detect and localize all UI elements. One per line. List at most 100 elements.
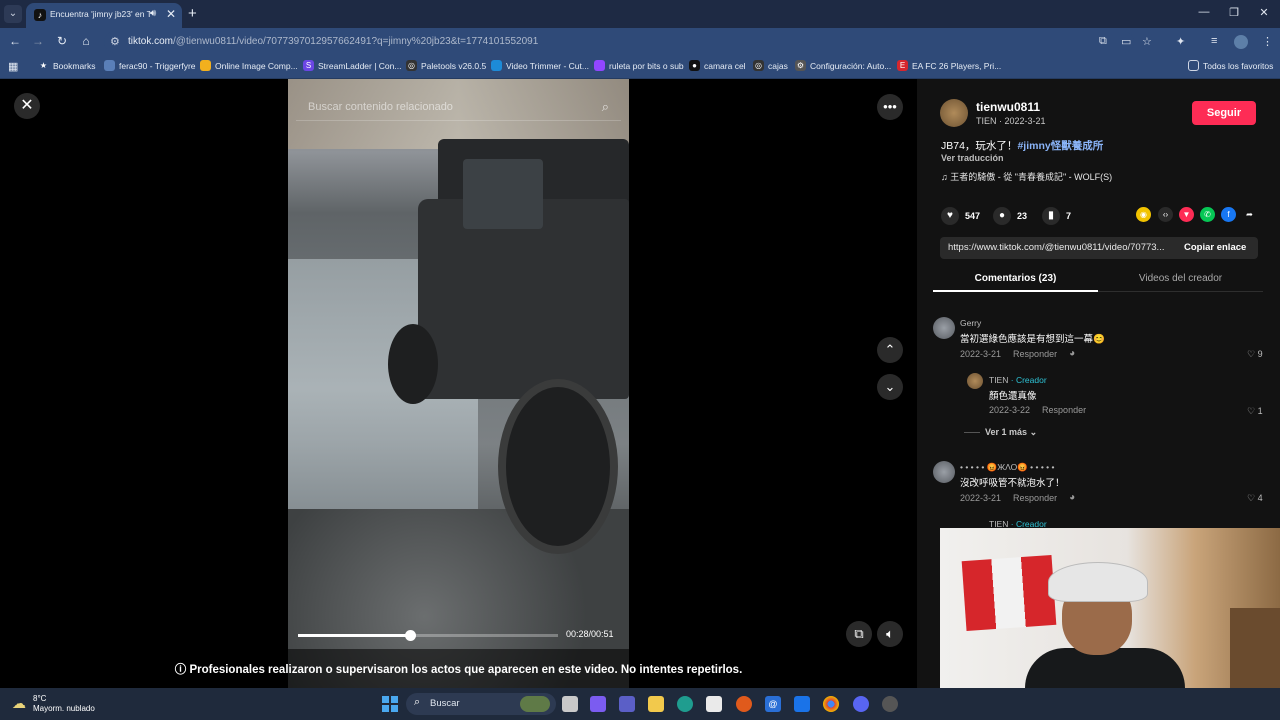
apps-icon[interactable]: ▦ [8,60,18,73]
tab-comments[interactable]: Comentarios (23) [933,273,1098,284]
reply-button[interactable]: Responder [1013,493,1057,503]
more-options-icon[interactable]: ••• [877,94,903,120]
copy-link-button[interactable]: Copiar enlace [1184,242,1246,253]
commenter-name[interactable]: • • • • • 😡ЖΛΟ😡 • • • • • [960,462,1055,473]
bookmark-item-3[interactable]: S StreamLadder | Con... [303,60,401,71]
bookmark-item-7[interactable]: ● camara cel [689,60,746,71]
chevron-up-icon[interactable]: ⌃ [877,337,903,363]
mail-icon[interactable]: @ [765,696,781,712]
facebook-icon[interactable]: f [1221,207,1236,222]
author-name[interactable]: tienwu0811 [976,100,1040,114]
share-arrow-icon[interactable]: ➦ [1242,207,1257,222]
follow-button[interactable]: Seguir [1192,101,1256,125]
embed-icon[interactable]: ‹› [1158,207,1173,222]
bookmark-item-1[interactable]: ferac90 - Triggerfyre [104,60,196,71]
bookmark-item-4[interactable]: ◎ Paletools v26.0.5 [406,60,486,71]
bookmark-item-6[interactable]: ruleta por bits o sub [594,60,684,71]
bookmark-item-10[interactable]: E EA FC 26 Players, Pri... [897,60,1001,71]
volume-icon[interactable]: 🔈︎ [877,621,903,647]
menu-icon[interactable]: ⋮ [1262,35,1273,48]
star-icon: ★ [39,61,48,70]
chevron-down-icon[interactable]: ⌄ [877,374,903,400]
commenter-avatar[interactable] [933,317,955,339]
maximize-button[interactable]: ❐ [1224,6,1244,19]
reload-button[interactable]: ↻ [53,34,71,48]
hashtag-link[interactable]: #jimny怪獸養成所 [1017,140,1103,152]
share-link-text[interactable]: https://www.tiktok.com/@tienwu0811/video… [948,242,1174,253]
comment-like[interactable]: ♡ 9 [1247,349,1263,360]
video-player[interactable]: Buscar contenido relacionado ⌕ 00:28/00:… [288,79,629,688]
forward-button[interactable]: → [29,34,47,48]
store-icon[interactable] [706,696,722,712]
video-progress-bar[interactable] [298,630,558,641]
minimize-button[interactable]: — [1194,6,1214,18]
reply-like[interactable]: ♡ 1 [1247,406,1263,417]
bookmark-item-0[interactable]: ★ Bookmarks [38,60,96,71]
new-tab-button[interactable]: + [188,5,197,22]
close-window-button[interactable]: ✕ [1254,6,1274,19]
windows-start-icon[interactable] [382,696,398,712]
copilot-icon[interactable] [590,696,606,712]
task-view-icon[interactable] [562,696,578,712]
address-bar[interactable]: ⚙ tiktok.com/@tienwu0811/video/707739701… [104,31,1134,53]
weather-cloud-icon[interactable]: ☁ [12,695,26,712]
divider [964,432,980,433]
app-gray-icon[interactable] [882,696,898,712]
commenter-name[interactable]: Gerry [960,318,981,328]
profile-avatar[interactable] [1234,35,1248,49]
bookmark-item-2[interactable]: Online Image Comp... [200,60,298,71]
author-avatar[interactable] [940,99,968,127]
site-info-icon[interactable]: ⚙ [110,35,120,48]
discord-icon[interactable] [853,696,869,712]
all-bookmarks[interactable]: Todos los favoritos [1188,60,1273,71]
view-more-replies[interactable]: Ver 1 más ⌄ [985,427,1037,438]
widgets-icon[interactable] [520,696,550,712]
send-icon[interactable]: ▼ [1179,207,1194,222]
weather-widget[interactable]: 8°C Mayorm. nublado [33,694,95,714]
info-icon: ⓘ [174,664,190,676]
music-link[interactable]: ♫ 王者的騎傲 - 從 "青春養成記" - WOLF(S) [941,170,1112,183]
url-text[interactable]: tiktok.com/@tienwu0811/video/70773970129… [128,36,538,47]
bookmark-star-icon[interactable]: ☆ [1142,35,1152,48]
bookmark-item-5[interactable]: Video Trimmer - Cut... [491,60,589,71]
translate-icon[interactable]: ⧉ [1099,35,1107,48]
app-orange-icon[interactable] [736,696,752,712]
disclaimer-text: Profesionales realizaron o supervisaron … [189,664,743,676]
see-translation-link[interactable]: Ver traducción [941,153,1004,163]
app-blue-icon[interactable] [794,696,810,712]
reply-author[interactable]: TIEN · Creador [989,375,1047,385]
teams-icon[interactable] [619,696,635,712]
bookmark-item-9[interactable]: ⚙ Configuración: Auto... [795,60,891,71]
bookmark-item-8[interactable]: ◎ cajas [753,60,788,71]
comment-stat[interactable]: ● 23 [993,207,1027,225]
edge-icon[interactable] [677,696,693,712]
reply-button[interactable]: Responder [1042,405,1086,415]
pip-icon[interactable]: ⧉ [846,621,872,647]
tab-search-button[interactable]: ⌄ [4,5,22,23]
related-search-placeholder: Buscar contenido relacionado [308,101,453,113]
cast-icon[interactable]: ▭ [1121,35,1131,48]
close-video-button[interactable]: ✕ [14,93,40,119]
bookmark-label: ferac90 - Triggerfyre [119,60,196,71]
search-icon[interactable]: ⌕ [602,99,609,115]
related-search-input[interactable]: Buscar contenido relacionado ⌕ [296,97,621,121]
like-stat[interactable]: ♥ 547 [941,207,980,225]
tab-close-icon[interactable]: ✕ [166,7,176,21]
extensions-icon[interactable]: ✦ [1176,35,1185,48]
chrome-icon[interactable] [823,696,839,712]
browser-tab-active[interactable]: ♪ Encuentra 'jimny jb23' en TikT 🔊︎ ✕ [26,3,182,28]
back-button[interactable]: ← [6,34,24,48]
file-explorer-icon[interactable] [648,696,664,712]
media-icon[interactable]: ≡ [1211,35,1217,47]
save-stat[interactable]: ▮ 7 [1042,207,1071,225]
reply-button[interactable]: Responder [1013,349,1057,359]
whatsapp-icon[interactable]: ✆ [1200,207,1215,222]
coin-icon[interactable]: ◉ [1136,207,1151,222]
video-progress-handle[interactable] [404,630,416,641]
tab-creator-videos[interactable]: Videos del creador [1098,273,1263,284]
home-button[interactable]: ⌂ [77,34,95,48]
creator-reply-avatar[interactable] [967,373,983,389]
commenter-avatar[interactable] [933,461,955,483]
speaker-icon[interactable]: 🔊︎ [150,8,156,19]
comment-like[interactable]: ♡ 4 [1247,493,1263,504]
